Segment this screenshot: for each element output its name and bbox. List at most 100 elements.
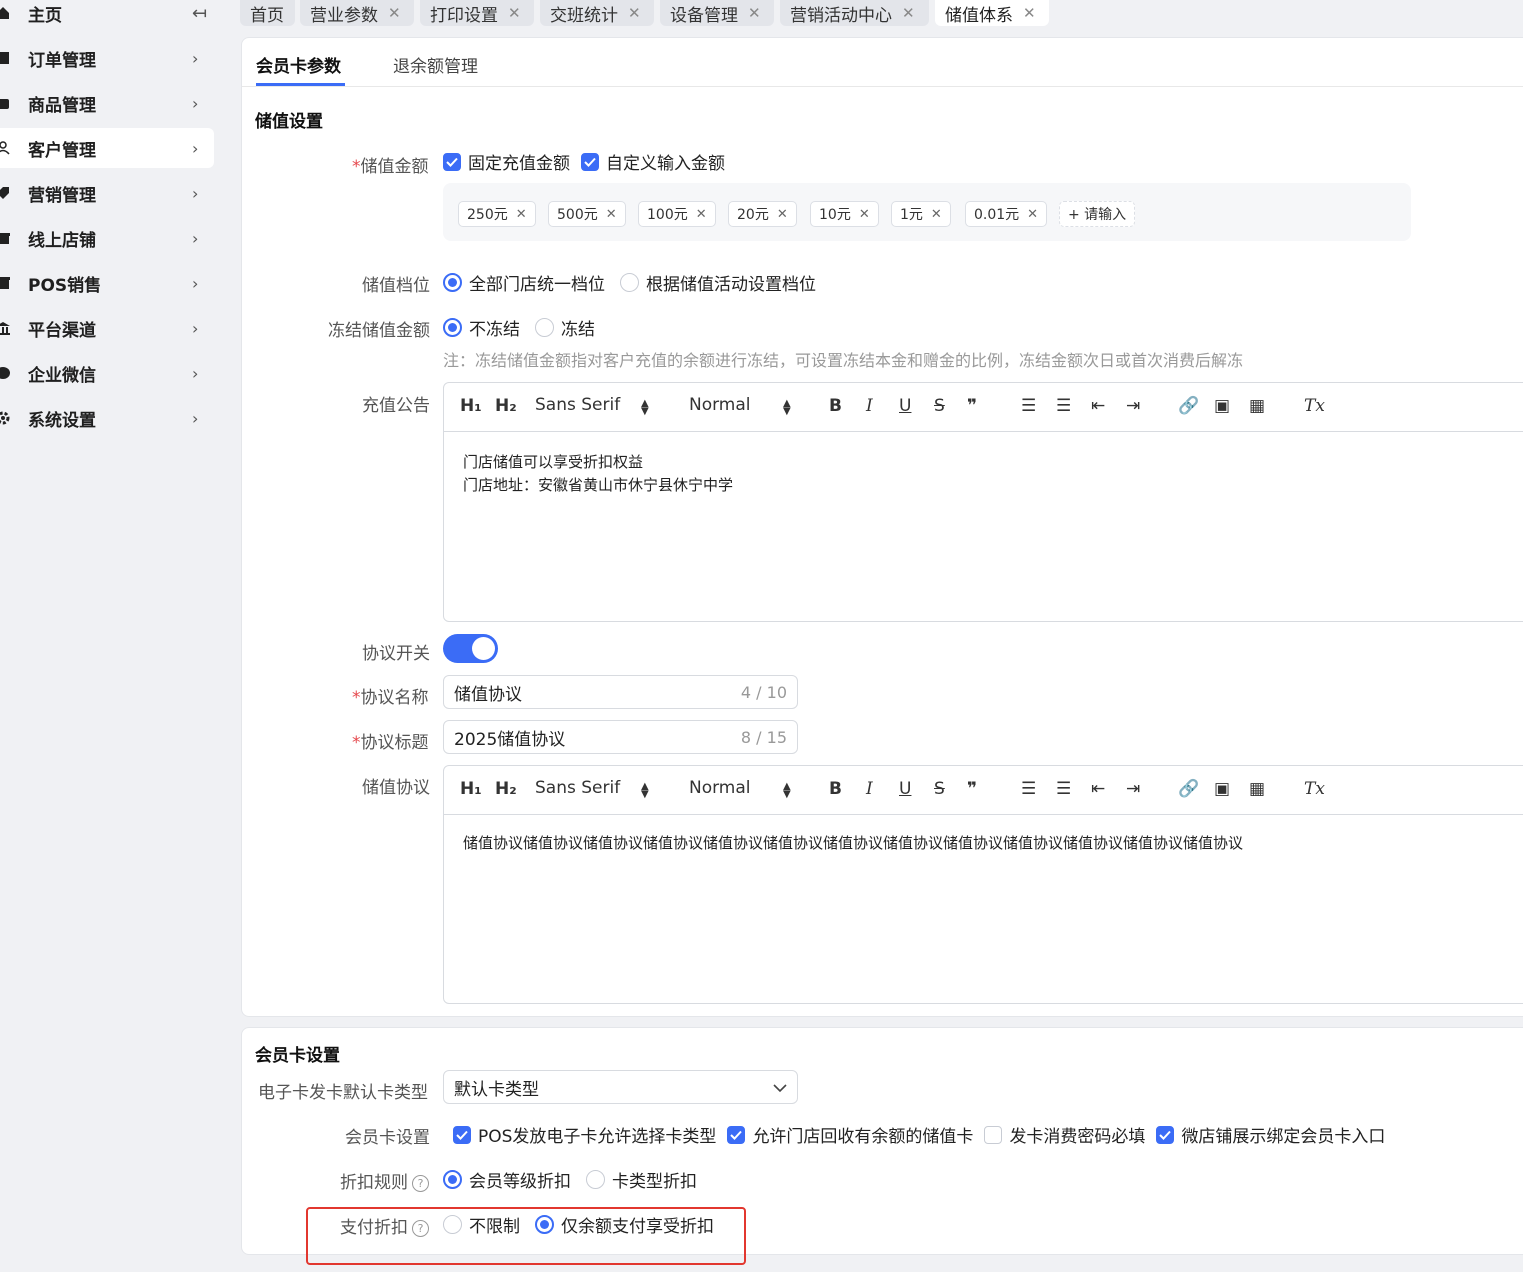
agreement-name-input[interactable]: 储值协议 4 / 10 xyxy=(443,675,798,709)
close-icon[interactable]: ✕ xyxy=(1023,4,1036,22)
sidebar-item-customers[interactable]: 客户管理 › xyxy=(0,128,214,168)
tab-marketing-center[interactable]: 营销活动中心 ✕ xyxy=(780,0,929,26)
custom-amount-checkbox[interactable]: 自定义输入金额 xyxy=(581,149,725,174)
agreement-content[interactable]: 储值协议储值协议储值协议储值协议储值协议储值协议储值协议储值协议储值协议储值协议… xyxy=(463,832,1243,855)
tab-member-card-params[interactable]: 会员卡参数 xyxy=(256,52,341,77)
agreement-toggle[interactable] xyxy=(443,634,498,663)
notice-content[interactable]: 门店储值可以享受折扣权益 门店地址：安徽省黄山市休宁县休宁中学 xyxy=(463,451,733,497)
fixed-amount-checkbox[interactable]: 固定充值金额 xyxy=(443,149,570,174)
close-icon[interactable]: ✕ xyxy=(748,4,761,22)
underline-button[interactable]: U xyxy=(899,779,911,799)
video-icon[interactable]: ▦ xyxy=(1249,779,1265,799)
font-family-select[interactable]: Sans Serif ▲ ▼ xyxy=(535,778,649,800)
tab-print-settings[interactable]: 打印设置 ✕ xyxy=(420,0,534,26)
link-icon[interactable]: 🔗 xyxy=(1178,396,1199,416)
font-family-select[interactable]: Sans Serif ▲ ▼ xyxy=(535,395,649,417)
bullet-list-icon[interactable]: ☰ xyxy=(1056,779,1071,799)
input-value: 2025储值协议 xyxy=(454,729,566,750)
close-icon[interactable]: ✕ xyxy=(696,207,707,222)
add-amount-button[interactable]: + 请输入 xyxy=(1059,201,1136,227)
freeze-radio[interactable]: 冻结 xyxy=(535,315,595,340)
close-icon[interactable]: ✕ xyxy=(628,4,641,22)
video-icon[interactable]: ▦ xyxy=(1249,396,1265,416)
help-icon[interactable]: ? xyxy=(412,1219,429,1237)
sidebar-item-orders[interactable]: 订单管理 › xyxy=(0,38,214,78)
notice-line: 门店地址：安徽省黄山市休宁县休宁中学 xyxy=(463,476,734,494)
password-required-checkbox[interactable]: 发卡消费密码必填 xyxy=(984,1122,1145,1147)
help-icon[interactable]: ? xyxy=(412,1174,429,1192)
indent-icon[interactable]: ⇥ xyxy=(1126,396,1140,416)
tier-unified-radio[interactable]: 全部门店统一档位 xyxy=(443,270,605,295)
close-icon[interactable]: ✕ xyxy=(606,207,617,222)
tab-refund-management[interactable]: 退余额管理 xyxy=(393,52,478,77)
font-size-select[interactable]: Normal ▲ ▼ xyxy=(689,395,791,417)
sidebar-item-products[interactable]: 商品管理 › xyxy=(0,83,214,123)
sidebar-item-online-store[interactable]: 线上店铺 › xyxy=(0,218,214,258)
card-type-discount-radio[interactable]: 卡类型折扣 xyxy=(586,1167,697,1192)
sidebar-item-home[interactable]: 主页 ↤ xyxy=(0,0,214,33)
tab-stored-value[interactable]: 储值体系 ✕ xyxy=(935,0,1049,26)
sidebar-item-pos[interactable]: POS销售 › xyxy=(0,263,214,303)
outdent-icon[interactable]: ⇤ xyxy=(1091,396,1105,416)
collapse-icon[interactable]: ↤ xyxy=(192,3,207,24)
label-text: 支付折扣 xyxy=(340,1218,408,1238)
clear-format-icon[interactable]: Tx xyxy=(1304,396,1325,416)
sidebar-item-settings[interactable]: 系统设置 › xyxy=(0,398,214,438)
no-limit-radio[interactable]: 不限制 xyxy=(443,1212,520,1237)
pos-select-card-type-checkbox[interactable]: POS发放电子卡允许选择卡类型 xyxy=(453,1122,716,1147)
link-icon[interactable]: 🔗 xyxy=(1178,779,1199,799)
italic-button[interactable]: I xyxy=(866,779,873,799)
agreement-editor-label: 储值协议 xyxy=(362,778,430,798)
ordered-list-icon[interactable]: ☰ xyxy=(1021,396,1036,416)
card-settings-label: 会员卡设置 xyxy=(345,1128,430,1148)
strike-button[interactable]: S xyxy=(934,779,945,799)
close-icon[interactable]: ✕ xyxy=(902,4,915,22)
agreement-title-input[interactable]: 2025储值协议 8 / 15 xyxy=(443,720,798,754)
strike-button[interactable]: S xyxy=(934,396,945,416)
wechat-icon xyxy=(0,364,12,382)
sidebar-item-channels[interactable]: 平台渠道 › xyxy=(0,308,214,348)
image-icon[interactable]: ▣ xyxy=(1214,396,1230,416)
ordered-list-icon[interactable]: ☰ xyxy=(1021,779,1036,799)
italic-button[interactable]: I xyxy=(866,396,873,416)
tab-shift-stats[interactable]: 交班统计 ✕ xyxy=(540,0,654,26)
indent-icon[interactable]: ⇥ xyxy=(1126,779,1140,799)
show-bind-entry-checkbox[interactable]: 微店铺展示绑定会员卡入口 xyxy=(1156,1122,1385,1147)
close-icon[interactable]: ✕ xyxy=(388,4,401,22)
h1-button[interactable]: H₁ xyxy=(460,396,482,416)
default-card-type-select[interactable]: 默认卡类型 xyxy=(443,1070,798,1104)
clear-format-icon[interactable]: Tx xyxy=(1304,779,1325,799)
close-icon[interactable]: ✕ xyxy=(859,207,870,222)
close-icon[interactable]: ✕ xyxy=(508,4,521,22)
balance-only-discount-radio[interactable]: 仅余额支付享受折扣 xyxy=(535,1212,714,1237)
close-icon[interactable]: ✕ xyxy=(516,207,527,222)
close-icon[interactable]: ✕ xyxy=(931,207,942,222)
level-discount-radio[interactable]: 会员等级折扣 xyxy=(443,1167,571,1192)
bold-button[interactable]: B xyxy=(829,396,842,416)
h2-button[interactable]: H₂ xyxy=(495,396,517,416)
bold-button[interactable]: B xyxy=(829,779,842,799)
label-text: 折扣规则 xyxy=(340,1173,408,1193)
outdent-icon[interactable]: ⇤ xyxy=(1091,779,1105,799)
h2-button[interactable]: H₂ xyxy=(495,779,517,799)
sidebar-item-marketing[interactable]: 营销管理 › xyxy=(0,173,214,213)
tab-home[interactable]: 首页 xyxy=(240,0,295,26)
radio-selected-icon xyxy=(535,1215,554,1234)
sidebar-item-wecom[interactable]: 企业微信 › xyxy=(0,353,214,393)
sidebar-item-label: 客户管理 xyxy=(28,140,96,161)
no-freeze-radio[interactable]: 不冻结 xyxy=(443,315,520,340)
quote-icon[interactable]: ❞ xyxy=(967,779,977,799)
quote-icon[interactable]: ❞ xyxy=(967,396,977,416)
tab-device-management[interactable]: 设备管理 ✕ xyxy=(660,0,774,26)
tab-business-params[interactable]: 营业参数 ✕ xyxy=(300,0,414,26)
h1-button[interactable]: H₁ xyxy=(460,779,482,799)
underline-button[interactable]: U xyxy=(899,396,911,416)
close-icon[interactable]: ✕ xyxy=(777,207,788,222)
tier-by-activity-radio[interactable]: 根据储值活动设置档位 xyxy=(620,270,816,295)
recycle-card-checkbox[interactable]: 允许门店回收有余额的储值卡 xyxy=(727,1122,973,1147)
label-text: 协议名称 xyxy=(360,688,429,708)
image-icon[interactable]: ▣ xyxy=(1214,779,1230,799)
close-icon[interactable]: ✕ xyxy=(1027,207,1038,222)
font-size-select[interactable]: Normal ▲ ▼ xyxy=(689,778,791,800)
bullet-list-icon[interactable]: ☰ xyxy=(1056,396,1071,416)
